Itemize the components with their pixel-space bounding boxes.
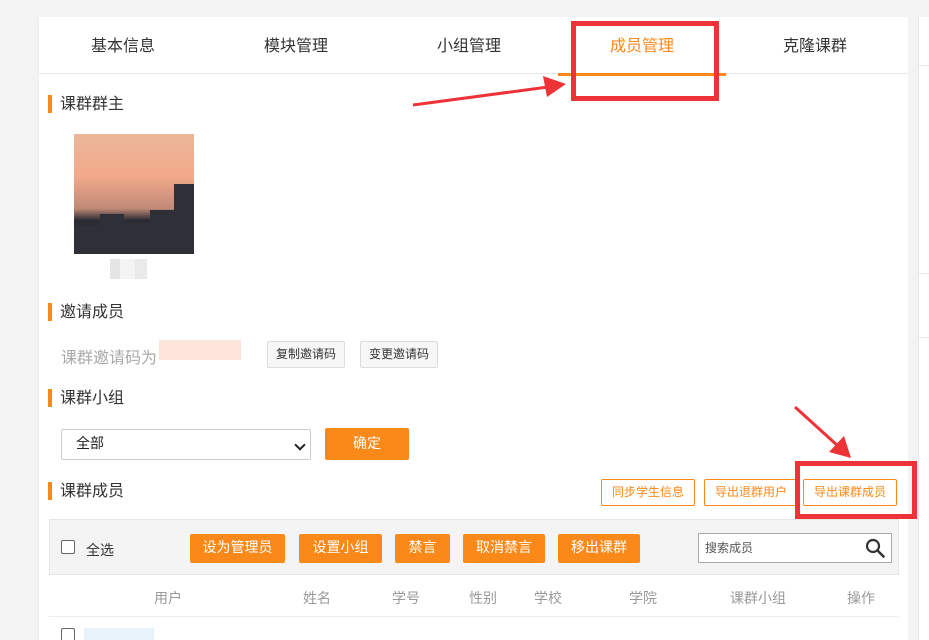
arrow-head-icon [543, 76, 566, 97]
annotation-arrow-line [793, 405, 840, 448]
annotation-arrows [412, 76, 851, 458]
annotation-arrow-line [412, 85, 549, 107]
